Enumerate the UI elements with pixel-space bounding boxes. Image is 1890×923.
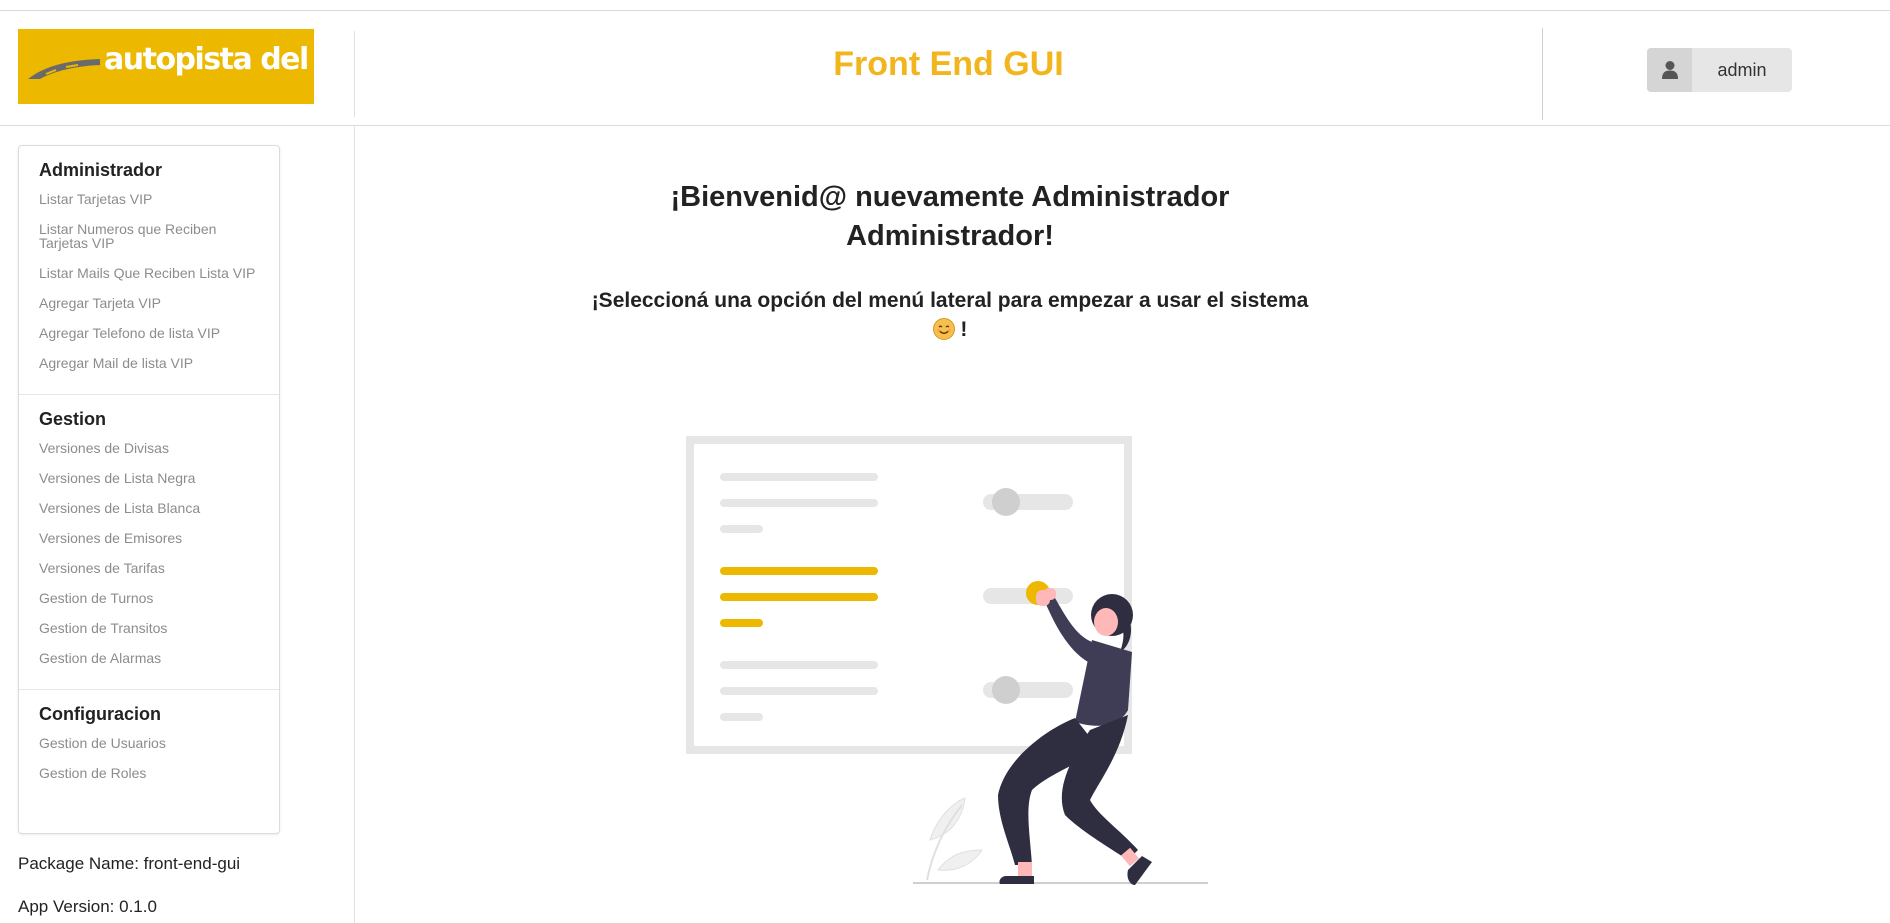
menu-heading: Configuracion bbox=[39, 704, 161, 724]
menu-item-listar-tarjetas-vip[interactable]: Listar Tarjetas VIP bbox=[39, 192, 259, 206]
user-menu-button[interactable]: admin bbox=[1647, 48, 1792, 92]
instruction-exclamation: ! bbox=[960, 318, 968, 341]
settings-illustration bbox=[686, 436, 1208, 885]
instruction-line-2: ! bbox=[580, 315, 1320, 344]
menu-item-versiones-emisores[interactable]: Versiones de Emisores bbox=[39, 531, 259, 545]
menu-heading: Gestion bbox=[39, 409, 107, 429]
menu-item-agregar-mail-vip[interactable]: Agregar Mail de lista VIP bbox=[39, 356, 259, 370]
menu-item-agregar-telefono-vip[interactable]: Agregar Telefono de lista VIP bbox=[39, 326, 259, 340]
menu-section-administrador: Administrador Listar Tarjetas VIP Listar… bbox=[19, 146, 279, 395]
menu-item-agregar-tarjeta-vip[interactable]: Agregar Tarjeta VIP bbox=[39, 296, 259, 310]
menu-item-gestion-roles[interactable]: Gestion de Roles bbox=[39, 766, 259, 780]
user-icon bbox=[1647, 48, 1692, 92]
sidebar-divider bbox=[354, 126, 355, 923]
sidebar-menu: Administrador Listar Tarjetas VIP Listar… bbox=[18, 145, 280, 834]
menu-item-gestion-transitos[interactable]: Gestion de Transitos bbox=[39, 621, 259, 635]
menu-item-listar-numeros-vip[interactable]: Listar Numeros que Reciben Tarjetas VIP bbox=[39, 222, 259, 250]
welcome-line-1: ¡Bienvenid@ nuevamente Administrador bbox=[670, 181, 1230, 213]
brand-logo[interactable]: autopista del sol bbox=[18, 29, 363, 104]
header-divider-right bbox=[1542, 28, 1543, 120]
instruction-line-1: ¡Seleccioná una opción del menú lateral … bbox=[591, 289, 1309, 312]
menu-section-gestion: Gestion Versiones de Divisas Versiones d… bbox=[19, 395, 279, 690]
logo-text: autopista del sol bbox=[104, 42, 363, 77]
welcome-line-2: Administrador! bbox=[846, 220, 1054, 252]
menu-item-versiones-lista-blanca[interactable]: Versiones de Lista Blanca bbox=[39, 501, 259, 515]
menu-heading: Administrador bbox=[39, 160, 163, 180]
welcome-heading: ¡Bienvenid@ nuevamente Administrador Adm… bbox=[640, 178, 1260, 256]
menu-item-versiones-tarifas[interactable]: Versiones de Tarifas bbox=[39, 561, 259, 575]
menu-item-versiones-divisas[interactable]: Versiones de Divisas bbox=[39, 441, 259, 455]
menu-item-gestion-alarmas[interactable]: Gestion de Alarmas bbox=[39, 651, 259, 665]
road-logo-icon bbox=[28, 59, 100, 79]
app-header: autopista del sol Front End GUI admin bbox=[0, 11, 1890, 126]
user-name: admin bbox=[1717, 59, 1767, 80]
menu-item-gestion-usuarios[interactable]: Gestion de Usuarios bbox=[39, 736, 259, 750]
menu-item-versiones-lista-negra[interactable]: Versiones de Lista Negra bbox=[39, 471, 259, 485]
smiling-face-icon bbox=[932, 318, 955, 340]
app-version: App Version: 0.1.0 bbox=[18, 897, 157, 916]
instruction-text: ¡Seleccioná una opción del menú lateral … bbox=[580, 286, 1320, 344]
package-name: Package Name: front-end-gui bbox=[18, 854, 241, 873]
menu-item-gestion-turnos[interactable]: Gestion de Turnos bbox=[39, 591, 259, 605]
menu-section-configuracion: Configuracion Gestion de Usuarios Gestio… bbox=[19, 690, 279, 804]
app-title: Front End GUI bbox=[833, 45, 1064, 83]
menu-item-listar-mails-vip[interactable]: Listar Mails Que Reciben Lista VIP bbox=[39, 266, 259, 280]
